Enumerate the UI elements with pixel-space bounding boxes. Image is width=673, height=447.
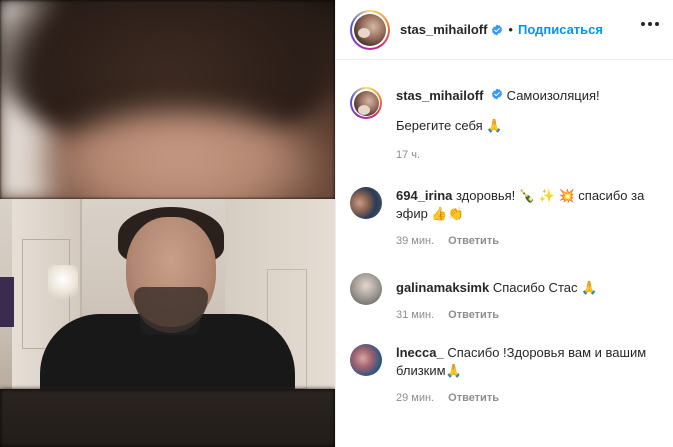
commenter-avatar[interactable] (350, 344, 382, 376)
caption-line1: Самоизоляция! (506, 88, 600, 103)
comment-row: 694_irina здоровья! 🍾 ✨ 💥 спасибо за эфи… (350, 187, 659, 247)
comment-timestamp[interactable]: 31 мин. (396, 309, 434, 321)
comment-text: galinamaksimk Спасибо Стас 🙏 (396, 279, 659, 297)
comment-body: Спасибо Стас 🙏 (492, 280, 598, 295)
caption-username[interactable]: stas_mihailoff (396, 88, 483, 103)
post-header: stas_mihailoff • Подписаться (336, 0, 673, 60)
reply-button[interactable]: Ответить (448, 309, 499, 321)
more-options-icon[interactable] (641, 22, 659, 26)
separator-dot: • (508, 22, 513, 37)
commenter-avatar[interactable] (350, 187, 382, 219)
post-media[interactable] (0, 0, 335, 447)
comment-text: lnecca_ Спасибо !Здоровья вам и вашим бл… (396, 344, 659, 380)
commenter-avatar[interactable] (350, 273, 382, 305)
author-username[interactable]: stas_mihailoff (400, 22, 487, 37)
comment-username[interactable]: lnecca_ (396, 345, 444, 360)
verified-badge-icon (491, 24, 503, 36)
reply-button[interactable]: Ответить (448, 392, 499, 404)
comment-username[interactable]: 694_irina (396, 188, 452, 203)
reply-button[interactable]: Ответить (448, 235, 499, 247)
video-frame-blurred (0, 0, 335, 199)
caption-line2: Берегите себя (396, 118, 483, 133)
verified-badge-icon (491, 88, 503, 100)
caption-avatar[interactable] (350, 87, 382, 119)
video-frame-main (0, 199, 335, 389)
author-avatar[interactable] (350, 9, 390, 50)
video-frame-bottom (0, 389, 335, 447)
comment-row: galinamaksimk Спасибо Стас 🙏 31 мин. Отв… (350, 273, 659, 321)
caption-row: stas_mihailoff Самоизоляция! Берегите се… (350, 87, 659, 161)
comment-timestamp[interactable]: 39 мин. (396, 235, 434, 247)
folded-hands-emoji: 🙏 (486, 118, 503, 133)
comments-list: stas_mihailoff Самоизоляция! Берегите се… (336, 87, 673, 404)
comment-text: 694_irina здоровья! 🍾 ✨ 💥 спасибо за эфи… (396, 187, 659, 223)
comment-row: lnecca_ Спасибо !Здоровья вам и вашим бл… (350, 344, 659, 404)
comment-timestamp[interactable]: 29 мин. (396, 392, 434, 404)
caption-text: stas_mihailoff Самоизоляция! (396, 87, 659, 105)
post-side-panel: stas_mihailoff • Подписаться stas_mihail… (335, 0, 673, 447)
comment-username[interactable]: galinamaksimk (396, 280, 489, 295)
follow-button[interactable]: Подписаться (518, 22, 603, 37)
caption-timestamp[interactable]: 17 ч. (396, 149, 420, 161)
